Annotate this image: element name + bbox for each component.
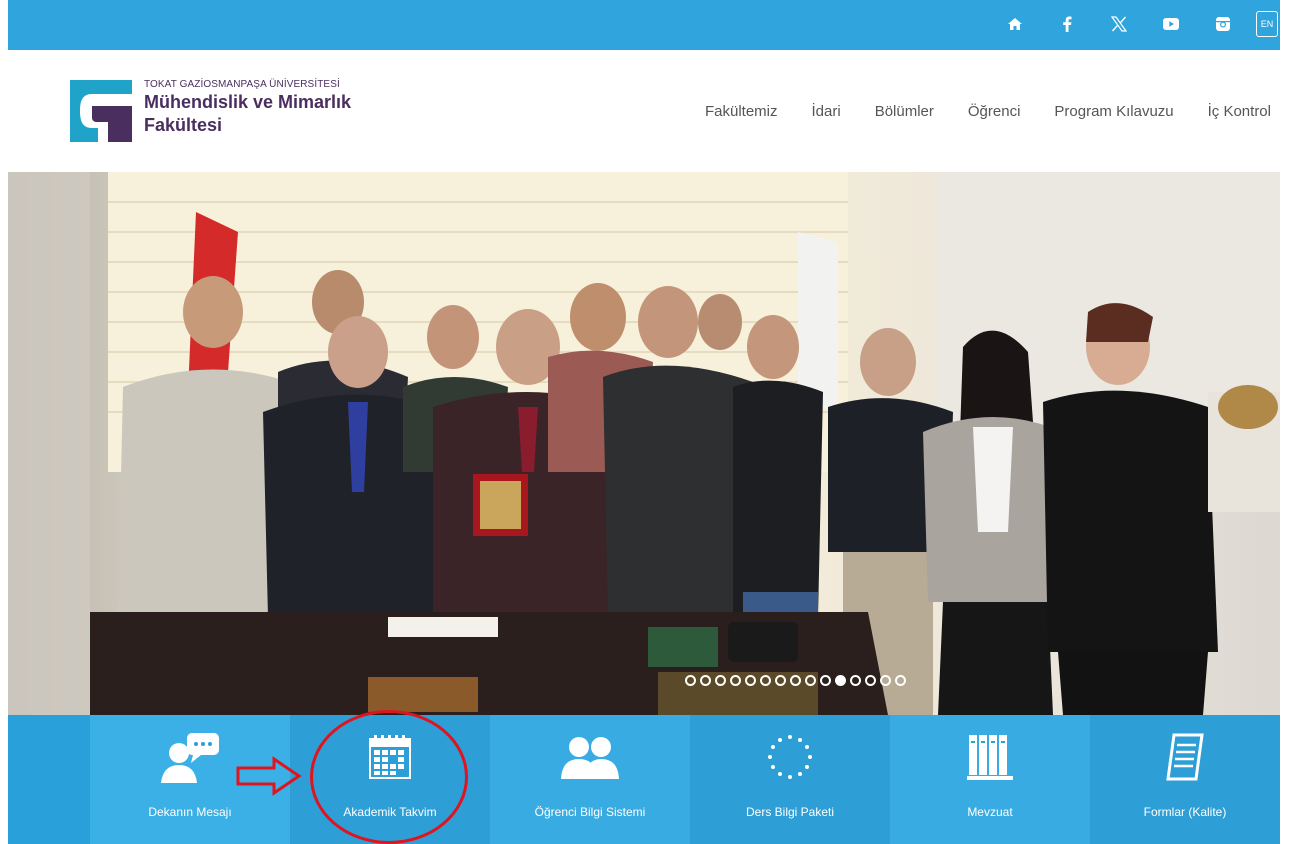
university-logo-icon xyxy=(68,78,134,144)
instagram-icon[interactable] xyxy=(1208,9,1238,39)
slider-dot[interactable] xyxy=(745,675,756,686)
faculty-name-line1: Mühendislik ve Mimarlık xyxy=(144,92,352,112)
faculty-name-line2: Fakültesi xyxy=(144,115,223,135)
users-icon xyxy=(559,727,621,787)
social-icons: EN xyxy=(978,9,1278,39)
speech-person-icon xyxy=(159,727,221,787)
quick-link-ders-bilgi-paketi[interactable]: Ders Bilgi Paketi xyxy=(690,715,890,844)
calendar-icon xyxy=(369,727,411,787)
slider-dot[interactable] xyxy=(760,675,771,686)
quick-link-label: Ders Bilgi Paketi xyxy=(745,805,835,819)
quick-link-label: Mevzuat xyxy=(967,805,1013,819)
home-icon[interactable] xyxy=(1000,9,1030,39)
slider-dots xyxy=(685,675,910,686)
eu-stars-icon xyxy=(766,727,814,787)
slider-dot[interactable] xyxy=(790,675,801,686)
quick-link-ogrenci-bilgi-sistemi[interactable]: Öğrenci Bilgi Sistemi xyxy=(490,715,690,844)
nav-ogrenci[interactable]: Öğrenci xyxy=(968,103,1021,120)
nav-bolumler[interactable]: Bölümler xyxy=(875,103,934,120)
quick-link-label: Öğrenci Bilgi Sistemi xyxy=(534,805,646,819)
slider-dot[interactable] xyxy=(880,675,891,686)
nav-ic-kontrol[interactable]: İç Kontrol xyxy=(1208,103,1271,120)
annotation-arrow-icon xyxy=(236,756,302,796)
youtube-icon[interactable] xyxy=(1156,9,1186,39)
university-name: TOKAT GAZİOSMANPAŞA ÜNİVERSİTESİ xyxy=(144,79,340,90)
quick-link-mevzuat[interactable]: Mevzuat xyxy=(890,715,1090,844)
quick-link-label: Formlar (Kalite) xyxy=(1143,805,1227,819)
top-bar: EN xyxy=(8,0,1280,50)
books-icon xyxy=(967,727,1013,787)
faculty-logo[interactable]: TOKAT GAZİOSMANPAŞA ÜNİVERSİTESİ Mühendi… xyxy=(68,78,351,144)
slider-dot[interactable] xyxy=(895,675,906,686)
logo-text: TOKAT GAZİOSMANPAŞA ÜNİVERSİTESİ Mühendi… xyxy=(144,78,351,136)
quick-link-label: Dekanın Mesajı xyxy=(148,805,232,819)
slider-dot[interactable] xyxy=(700,675,711,686)
slider-dot[interactable] xyxy=(850,675,861,686)
quick-link-label: Akademik Takvim xyxy=(343,805,437,819)
quick-link-akademik-takvim[interactable]: Akademik Takvim xyxy=(290,715,490,844)
slider-dot[interactable] xyxy=(730,675,741,686)
site-header: TOKAT GAZİOSMANPAŞA ÜNİVERSİTESİ Mühendi… xyxy=(8,50,1280,172)
x-twitter-icon[interactable] xyxy=(1104,9,1134,39)
nav-idari[interactable]: İdari xyxy=(812,103,841,120)
slider-dot[interactable] xyxy=(865,675,876,686)
slider-dot[interactable] xyxy=(805,675,816,686)
nav-fakultemiz[interactable]: Fakültemiz xyxy=(705,103,778,120)
main-nav: Fakültemiz İdari Bölümler Öğrenci Progra… xyxy=(671,103,1271,120)
hero-slider[interactable] xyxy=(8,172,1280,715)
group-photo-image xyxy=(8,172,1280,715)
language-switch[interactable]: EN xyxy=(1256,11,1278,37)
slider-dot[interactable] xyxy=(685,675,696,686)
slider-dot[interactable] xyxy=(835,675,846,686)
slider-dot[interactable] xyxy=(715,675,726,686)
language-label: EN xyxy=(1260,19,1274,29)
page: EN TOKAT GAZİOSMANPAŞA ÜNİVERSİTESİ Mühe… xyxy=(0,0,1296,844)
quick-link-formlar-kalite[interactable]: Formlar (Kalite) xyxy=(1090,715,1280,844)
document-icon xyxy=(1164,727,1206,787)
slider-dot[interactable] xyxy=(820,675,831,686)
quick-links-bar: Dekanın Mesajı Akademik Takvim Öğrenci B… xyxy=(8,715,1280,844)
slider-dot[interactable] xyxy=(775,675,786,686)
facebook-icon[interactable] xyxy=(1052,9,1082,39)
nav-program-kilavuzu[interactable]: Program Kılavuzu xyxy=(1054,103,1173,120)
